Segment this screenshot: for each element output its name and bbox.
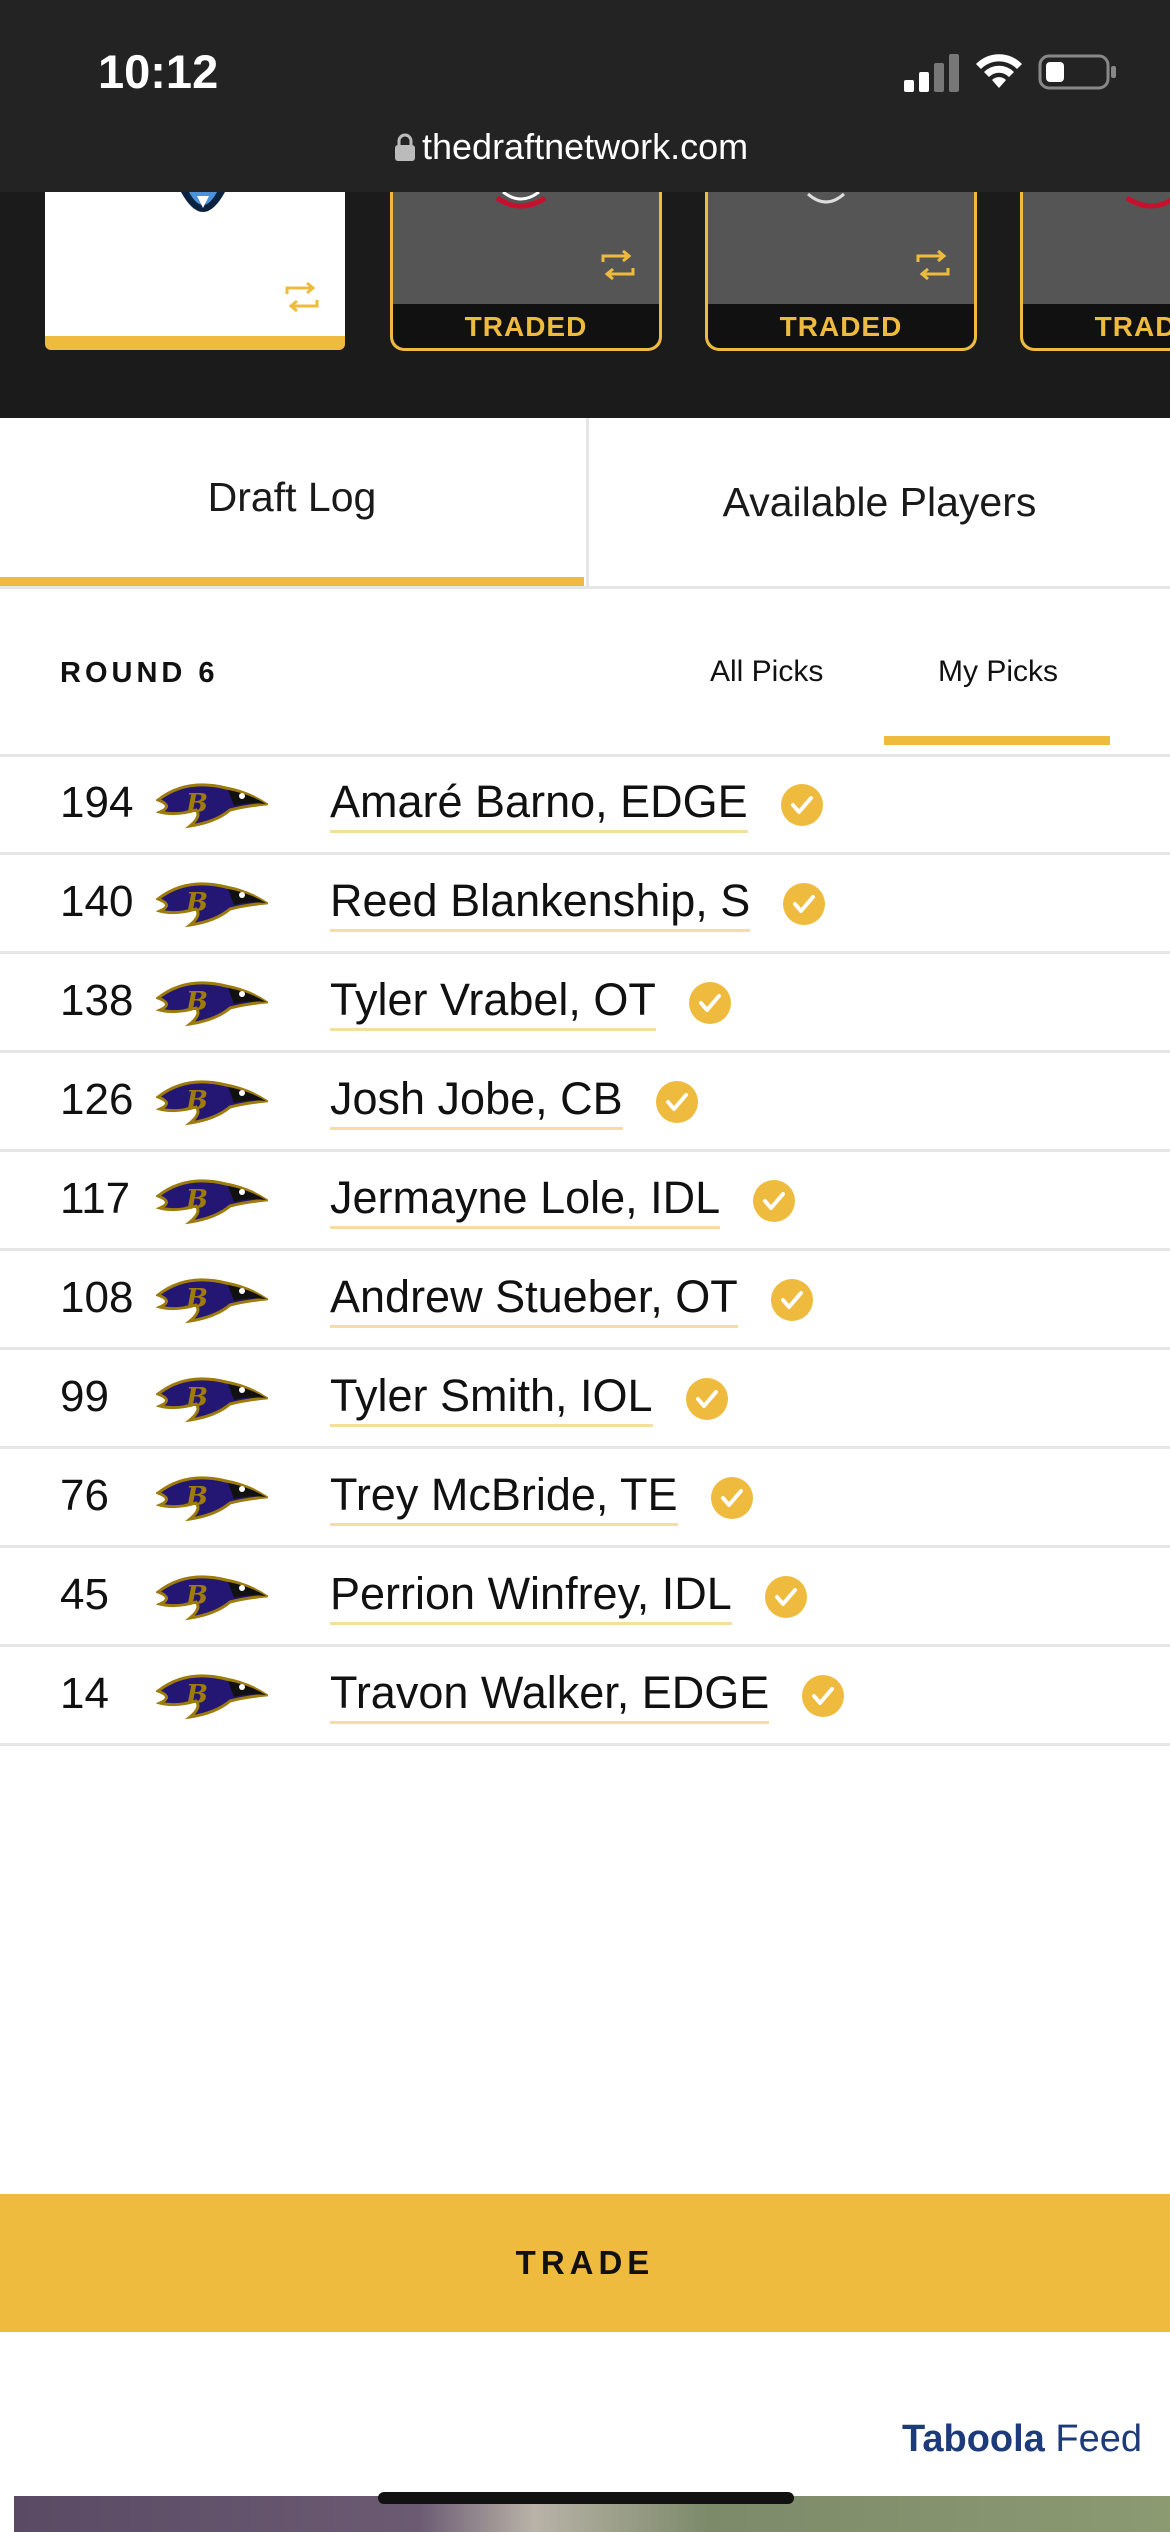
pick-strip[interactable]: TRADED TRADED TRADED [0,192,1170,418]
swap-icon[interactable] [914,250,952,280]
pick-number: 76 [60,1471,109,1520]
ravens-logo-icon: B [156,1278,268,1324]
main-tabs: Draft Log Available Players [0,418,1170,589]
player-name[interactable]: Perrion Winfrey, IDL [330,1568,732,1625]
ravens-logo-icon: B [156,981,268,1027]
ravens-logo-icon: B [156,783,268,829]
player-name[interactable]: Reed Blankenship, S [330,875,751,932]
pick-number: 126 [60,1075,134,1124]
ravens-logo-icon: B [156,1377,268,1423]
pick-row[interactable]: 108 B Andrew Stueber, OT [0,1251,1170,1350]
check-circle-icon [688,981,731,1024]
svg-text:B: B [185,1581,208,1611]
player-name[interactable]: Jermayne Lole, IDL [330,1172,721,1229]
pick-row[interactable]: 126 B Josh Jobe, CB [0,1053,1170,1152]
team-logo-icon [1125,195,1170,209]
svg-text:B: B [185,1185,208,1215]
pick-number: 194 [60,778,134,827]
player-name[interactable]: Josh Jobe, CB [330,1073,623,1130]
ravens-logo-icon: B [156,1080,268,1126]
pick-row[interactable]: 14 B Travon Walker, EDGE [0,1647,1170,1746]
taboola-brand: Taboola [901,2418,1045,2460]
pick-row[interactable]: 76 B Trey McBride, TE [0,1449,1170,1548]
tab-draft-log[interactable]: Draft Log [0,418,584,586]
pick-number: 14 [60,1669,109,1718]
ravens-logo-icon: B [156,1575,268,1621]
player-name[interactable]: Travon Walker, EDGE [330,1667,770,1724]
trade-button[interactable]: TRADE [0,2194,1170,2332]
pick-number: 99 [60,1372,109,1421]
svg-text:B: B [185,1680,208,1710]
ravens-logo-icon: B [156,1476,268,1522]
ravens-logo-icon: B [156,1179,268,1225]
signal-icon [904,54,959,92]
wifi-icon [976,54,1022,88]
round-header: ROUND 6 All Picks My Picks [0,589,1170,757]
pick-card-traded[interactable]: TRADED [390,192,662,351]
status-time: 10:12 [98,45,219,98]
pick-number: 108 [60,1273,134,1322]
round-label: ROUND 6 [60,657,219,689]
check-circle-icon [655,1080,698,1123]
check-circle-icon [802,1674,845,1717]
traded-badge: TRADED [708,304,974,348]
check-circle-icon [710,1476,753,1519]
check-circle-icon [783,882,826,925]
traded-badge: TRADED [1023,304,1170,348]
active-filter-indicator [884,736,1110,745]
status-bar: 10:12 [0,0,1170,120]
lock-icon [395,133,415,161]
player-name[interactable]: Tyler Vrabel, OT [330,974,656,1031]
pick-number: 117 [60,1174,131,1223]
svg-text:B: B [185,789,208,819]
check-circle-icon [770,1278,813,1321]
pick-card-current[interactable] [45,192,345,350]
pick-list: 194 B Amaré Barno, EDGE 140 B Reed Blank… [0,756,1170,1746]
pick-card-traded[interactable]: TRADED [1020,192,1170,351]
swap-icon[interactable] [599,250,637,280]
browser-url-bar[interactable]: thedraftnetwork.com [0,120,1170,192]
svg-text:B: B [185,1383,208,1413]
check-circle-icon [764,1575,807,1618]
filter-all-picks[interactable]: All Picks [710,655,823,689]
player-name[interactable]: Tyler Smith, IOL [330,1370,653,1427]
team-logo-icon [807,192,845,204]
svg-text:B: B [185,1284,208,1314]
pick-row[interactable]: 194 B Amaré Barno, EDGE [0,756,1170,855]
traded-badge: TRADED [393,304,659,348]
pick-row[interactable]: 45 B Perrion Winfrey, IDL [0,1548,1170,1647]
taboola-feed: Feed [1055,2418,1142,2460]
player-name[interactable]: Trey McBride, TE [330,1469,678,1526]
pick-row[interactable]: 99 B Tyler Smith, IOL [0,1350,1170,1449]
check-circle-icon [685,1377,728,1420]
svg-text:B: B [185,888,208,918]
player-name[interactable]: Amaré Barno, EDGE [330,776,748,833]
pick-row[interactable]: 117 B Jermayne Lole, IDL [0,1152,1170,1251]
filter-my-picks[interactable]: My Picks [938,655,1058,689]
pick-row[interactable]: 140 B Reed Blankenship, S [0,855,1170,954]
player-name[interactable]: Andrew Stueber, OT [330,1271,738,1328]
battery-icon [1038,54,1116,90]
titans-logo-icon [181,192,225,212]
pick-number: 45 [60,1570,109,1619]
pick-number: 140 [60,877,134,926]
pick-row[interactable]: 138 B Tyler Vrabel, OT [0,954,1170,1053]
team-logo-icon [495,192,547,209]
home-indicator [378,2492,794,2504]
pick-number: 138 [60,976,134,1025]
svg-text:B: B [185,1086,208,1116]
check-circle-icon [780,783,823,826]
ravens-logo-icon: B [156,1674,268,1720]
pick-card-traded[interactable]: TRADED [705,192,977,351]
check-circle-icon [753,1179,796,1222]
ravens-logo-icon: B [156,882,268,928]
svg-text:B: B [185,1482,208,1512]
browser-url: thedraftnetwork.com [422,126,749,167]
taboola-feed-label[interactable]: Taboola Feed [902,2418,1142,2461]
swap-icon[interactable] [283,282,321,312]
tab-available-players[interactable]: Available Players [586,418,1170,586]
svg-text:B: B [185,987,208,1017]
